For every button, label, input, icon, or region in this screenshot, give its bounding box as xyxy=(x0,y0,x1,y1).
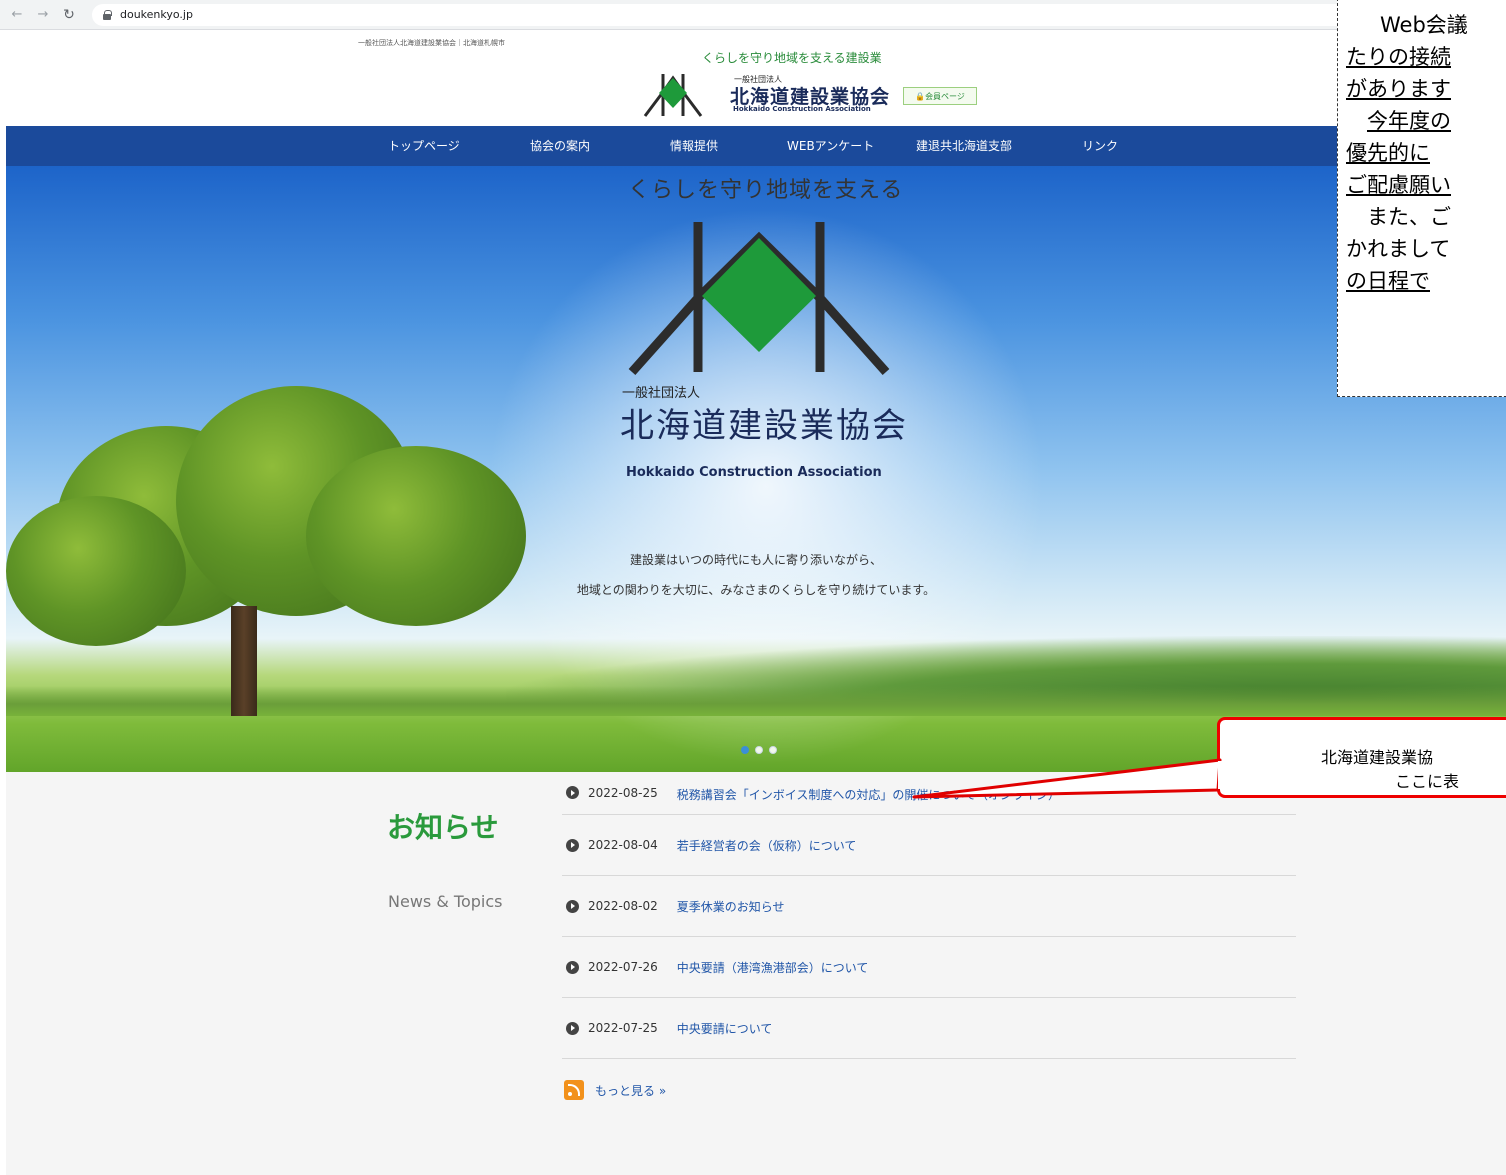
notice-line: Web会議 xyxy=(1380,13,1468,37)
lock-icon: 🔒 xyxy=(915,91,926,101)
url-text: doukenkyo.jp xyxy=(120,8,193,21)
news-heading: お知らせ xyxy=(387,811,499,844)
hero-slider: くらしを守り地域を支える 一般社団法人 北海道建設業協会 Hokkaido Co… xyxy=(6,166,1506,772)
member-page-label: 会員ページ xyxy=(925,91,965,101)
tree-crown xyxy=(6,496,186,646)
news-title-link[interactable]: 若手経営者の会（仮称）について xyxy=(677,837,857,854)
nav-links[interactable]: リンク xyxy=(1082,126,1118,166)
hero-association-logo-icon xyxy=(628,222,890,375)
notice-line: 優先的に xyxy=(1346,141,1430,165)
notice-line: があります xyxy=(1346,77,1451,101)
news-list: 2022-08-25 税務講習会「インボイス制度への対応」の開催について（オンラ… xyxy=(562,772,1296,1121)
play-bullet-icon xyxy=(566,786,579,799)
news-section: お知らせ News & Topics 2022-08-25 税務講習会「インボイ… xyxy=(6,772,1506,1175)
site-header: 一般社団法人北海道建設業協会｜北海道札幌市 くらしを守り地域を支える建設業 一般… xyxy=(6,30,1506,126)
reload-icon[interactable]: ↻ xyxy=(60,6,78,24)
news-item: 2022-07-26 中央要請（港湾漁港部会）について xyxy=(562,937,1296,998)
rss-icon[interactable] xyxy=(564,1080,584,1100)
tree-crown xyxy=(306,446,526,626)
address-bar[interactable]: doukenkyo.jp xyxy=(92,3,1392,26)
news-date: 2022-08-25 xyxy=(588,786,658,800)
news-date: 2022-07-25 xyxy=(588,1021,658,1035)
notice-line: また、ご xyxy=(1367,205,1451,229)
hero-message-line-2: 地域との関わりを大切に、みなさまのくらしを守り続けています。 xyxy=(576,583,936,597)
slider-pagination xyxy=(741,746,777,754)
notice-line: ご配慮願い xyxy=(1346,173,1451,197)
nav-information[interactable]: 情報提供 xyxy=(670,126,718,166)
news-subheading: News & Topics xyxy=(388,892,503,911)
notice-line: 今年度の xyxy=(1367,109,1451,133)
nav-about[interactable]: 協会の案内 xyxy=(530,126,590,166)
nav-web-survey[interactable]: WEBアンケート xyxy=(787,126,874,166)
news-title-link[interactable]: 税務講習会「インボイス制度への対応」の開催について（オンライン） xyxy=(677,786,1060,803)
main-navigation: トップページ 協会の案内 情報提供 WEBアンケート 建退共北海道支部 リンク xyxy=(6,126,1506,166)
play-bullet-icon xyxy=(566,899,579,913)
header-small-tagline: 一般社団法人北海道建設業協会｜北海道札幌市 xyxy=(358,39,505,47)
forward-arrow-icon[interactable]: → xyxy=(34,6,52,24)
notice-line: たりの接続 xyxy=(1346,45,1451,69)
news-item: 2022-07-25 中央要請について xyxy=(562,998,1296,1059)
nav-kentaikyo[interactable]: 建退共北海道支部 xyxy=(916,126,1012,166)
notice-line: の日程で xyxy=(1346,269,1430,293)
callout-text-line-1: 北海道建設業協 xyxy=(1321,748,1434,767)
slider-dot[interactable] xyxy=(769,746,777,754)
callout-text-line-2: ここに表 xyxy=(1395,772,1460,791)
association-logo-icon[interactable] xyxy=(643,68,703,118)
news-title-link[interactable]: 中央要請（港湾漁港部会）について xyxy=(677,959,869,976)
more-news-link[interactable]: もっと見る » xyxy=(595,1082,666,1099)
lock-icon xyxy=(102,9,112,20)
news-date: 2022-08-02 xyxy=(588,899,658,913)
play-bullet-icon xyxy=(566,838,579,852)
nav-top-page[interactable]: トップページ xyxy=(388,126,460,166)
header-catchphrase: くらしを守り地域を支える建設業 xyxy=(702,51,882,65)
notice-line: かれまして xyxy=(1346,237,1451,261)
hero-catchphrase: くらしを守り地域を支える xyxy=(628,178,904,203)
hero-org-name: 北海道建設業協会 xyxy=(620,406,908,446)
hero-org-en: Hokkaido Construction Association xyxy=(626,465,882,480)
tree-trunk xyxy=(231,606,257,716)
play-bullet-icon xyxy=(566,1021,579,1035)
slider-dot[interactable] xyxy=(741,746,749,754)
browser-toolbar: ← → ↻ doukenkyo.jp xyxy=(0,0,1506,30)
news-item: 2022-08-25 税務講習会「インボイス制度への対応」の開催について（オンラ… xyxy=(562,772,1296,815)
news-date: 2022-07-26 xyxy=(588,960,658,974)
news-date: 2022-08-04 xyxy=(588,838,658,852)
slider-dot[interactable] xyxy=(755,746,763,754)
hero-message-line-1: 建設業はいつの時代にも人に寄り添いながら、 xyxy=(629,553,882,567)
header-logo-en: Hokkaido Construction Association xyxy=(733,105,871,113)
member-page-button[interactable]: 🔒 会員ページ xyxy=(903,87,977,105)
back-arrow-icon[interactable]: ← xyxy=(8,6,26,24)
news-title-link[interactable]: 中央要請について xyxy=(677,1020,773,1037)
more-link-row: もっと見る » xyxy=(562,1059,1296,1121)
news-item: 2022-08-04 若手経営者の会（仮称）について xyxy=(562,815,1296,876)
news-title-link[interactable]: 夏季休業のお知らせ xyxy=(677,898,785,915)
notice-overlay: Web会議 たりの接続 があります 今年度の 優先的に ご配慮願い また、ご か… xyxy=(1337,0,1506,397)
news-item: 2022-08-02 夏季休業のお知らせ xyxy=(562,876,1296,937)
play-bullet-icon xyxy=(566,960,579,974)
